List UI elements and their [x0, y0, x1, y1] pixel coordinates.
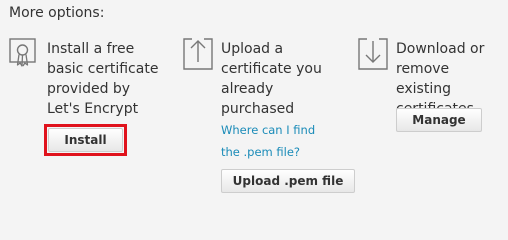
option-text-line: Upload a [221, 41, 284, 57]
pem-file-help-link[interactable]: Where can I find the .pem file? [221, 120, 315, 162]
upload-pem-file-button[interactable]: Upload .pem file [221, 169, 355, 193]
install-button[interactable]: Install [48, 128, 123, 152]
option-text-line: basic certificate [47, 61, 159, 77]
option-text-line: Download or [396, 41, 485, 57]
option-upload-description: Upload a certificate you already purchas… [221, 39, 351, 119]
manage-button[interactable]: Manage [396, 108, 482, 132]
more-options-heading: More options: [9, 5, 105, 21]
option-text-line: remove existing [396, 61, 451, 97]
download-icon [358, 38, 388, 72]
option-manage-description: Download or remove existing certificates [396, 39, 508, 119]
option-text-line: Install a free [47, 41, 135, 57]
option-text-line: certificate you [221, 61, 322, 77]
option-install-description: Install a free basic certificate provide… [47, 39, 177, 119]
option-text-line: already [221, 81, 274, 97]
option-text-line: purchased [221, 101, 295, 117]
certificate-icon [9, 38, 39, 72]
pem-file-help-link-line[interactable]: Where can I find [221, 120, 315, 140]
pem-file-help-link-line[interactable]: the .pem file? [221, 142, 315, 162]
upload-icon [183, 38, 213, 72]
option-text-line: Let's Encrypt [47, 101, 139, 117]
option-text-line: provided by [47, 81, 131, 97]
